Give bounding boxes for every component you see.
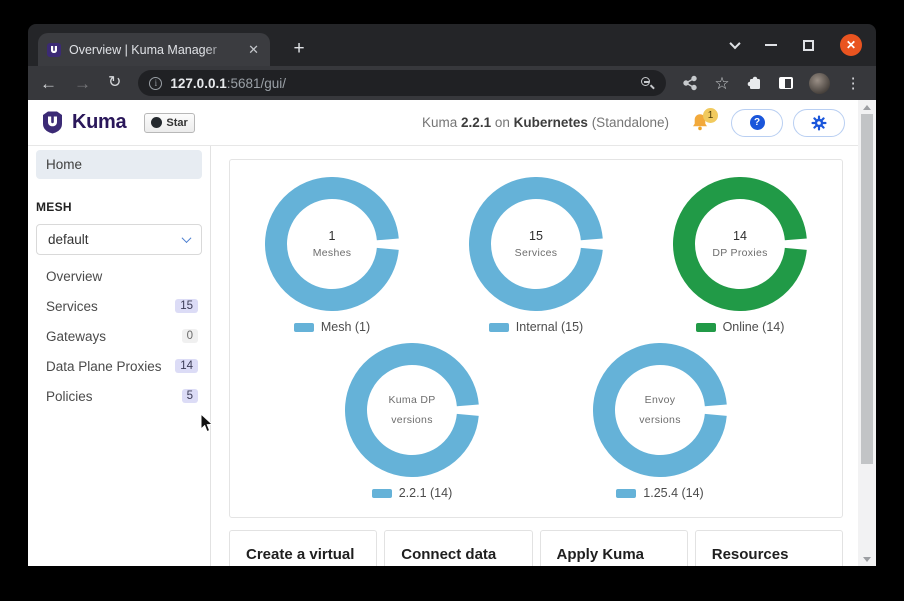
tab-search-chevron-icon[interactable] bbox=[729, 38, 740, 49]
mouse-cursor bbox=[199, 413, 215, 435]
services-donut-chart: 15 Services Internal (15) bbox=[441, 177, 631, 334]
window-controls: ✕ bbox=[731, 24, 862, 66]
cta-connect-data[interactable]: Connect data bbox=[384, 530, 532, 566]
browser-window: Overview | Kuma Manager ✕ + ✕ ← → ↻ i 12… bbox=[28, 24, 876, 566]
cta-card-row: Create a virtual Connect data Apply Kuma… bbox=[229, 530, 843, 566]
scroll-down-arrow[interactable] bbox=[858, 552, 876, 566]
meshes-donut-chart: 1 Meshes Mesh (1) bbox=[237, 177, 427, 334]
sidebar: Home MESH default Overview Services bbox=[28, 146, 211, 566]
question-icon: ? bbox=[750, 115, 765, 130]
address-bar[interactable]: i 127.0.0.1:5681/gui/ bbox=[138, 70, 666, 96]
services-count-badge: 15 bbox=[175, 299, 198, 313]
kuma-gui: Kuma Star Kuma 2.2.1 on Kubernetes (Stan… bbox=[28, 100, 876, 566]
version-info: Kuma 2.2.1 on Kubernetes (Standalone) bbox=[422, 115, 669, 130]
settings-button[interactable] bbox=[793, 109, 845, 137]
policies-count-badge: 5 bbox=[182, 389, 198, 403]
gear-icon bbox=[811, 115, 827, 131]
notification-badge: 1 bbox=[703, 108, 718, 123]
mesh-section-label: MESH bbox=[36, 200, 202, 214]
github-star-button[interactable]: Star bbox=[144, 113, 194, 133]
reload-button[interactable]: ↻ bbox=[108, 75, 121, 91]
new-tab-button[interactable]: + bbox=[286, 36, 312, 62]
legend-internal: Internal (15) bbox=[489, 320, 583, 334]
tab-strip: Overview | Kuma Manager ✕ + ✕ bbox=[28, 24, 876, 66]
sidebar-item-gateways[interactable]: Gateways 0 bbox=[28, 321, 210, 351]
mesh-selected-value: default bbox=[48, 232, 89, 247]
share-icon[interactable] bbox=[682, 75, 698, 91]
kuma-dp-versions-donut-chart: Kuma DP versions 2.2.1 (14) bbox=[317, 343, 507, 500]
cta-resources[interactable]: Resources bbox=[695, 530, 843, 566]
github-icon bbox=[151, 117, 162, 128]
bookmark-star-icon[interactable]: ☆ bbox=[714, 75, 729, 92]
scroll-up-arrow[interactable] bbox=[858, 100, 876, 114]
help-button[interactable]: ? bbox=[731, 109, 783, 137]
dp-proxies-donut-chart: 14 DP Proxies Online (14) bbox=[645, 177, 835, 334]
extensions-puzzle-icon[interactable] bbox=[746, 75, 763, 92]
zoom-out-icon[interactable] bbox=[640, 76, 655, 91]
forward-button[interactable]: → bbox=[74, 75, 91, 92]
toolbar-actions: ☆ ⋮ bbox=[682, 73, 860, 94]
profile-avatar[interactable] bbox=[809, 73, 830, 94]
scrollbar-track[interactable] bbox=[858, 114, 876, 552]
screenshot: Overview | Kuma Manager ✕ + ✕ ← → ↻ i 12… bbox=[0, 0, 904, 601]
minimize-button[interactable] bbox=[765, 44, 777, 46]
browser-menu-icon[interactable]: ⋮ bbox=[846, 76, 861, 91]
envoy-versions-donut-chart: Envoy versions 1.25.4 (14) bbox=[565, 343, 755, 500]
legend-mesh: Mesh (1) bbox=[294, 320, 370, 334]
sidebar-item-overview[interactable]: Overview bbox=[28, 261, 210, 291]
main-content: 1 Meshes Mesh (1) bbox=[211, 146, 858, 566]
notifications-button[interactable]: 1 bbox=[691, 112, 711, 134]
tab-title: Overview | Kuma Manager bbox=[69, 43, 238, 57]
tab-close-icon[interactable]: ✕ bbox=[245, 41, 262, 58]
scrollbar-thumb[interactable] bbox=[861, 114, 873, 464]
mesh-selector[interactable]: default bbox=[36, 224, 202, 255]
url-text[interactable]: 127.0.0.1:5681/gui/ bbox=[170, 76, 632, 91]
side-panel-icon[interactable] bbox=[779, 77, 793, 89]
maximize-button[interactable] bbox=[803, 40, 814, 51]
overview-charts-panel: 1 Meshes Mesh (1) bbox=[229, 159, 843, 518]
cta-apply-kuma[interactable]: Apply Kuma bbox=[540, 530, 688, 566]
legend-online: Online (14) bbox=[696, 320, 785, 334]
back-button[interactable]: ← bbox=[40, 75, 57, 92]
browser-tab[interactable]: Overview | Kuma Manager ✕ bbox=[38, 33, 270, 66]
site-info-icon[interactable]: i bbox=[149, 77, 162, 90]
cta-create-mesh[interactable]: Create a virtual bbox=[229, 530, 377, 566]
legend-envoy-version: 1.25.4 (14) bbox=[616, 486, 703, 500]
app-header: Kuma Star Kuma 2.2.1 on Kubernetes (Stan… bbox=[28, 100, 858, 146]
browser-toolbar: ← → ↻ i 127.0.0.1:5681/gui/ ☆ bbox=[28, 66, 876, 100]
close-window-button[interactable]: ✕ bbox=[840, 34, 862, 56]
kuma-favicon bbox=[46, 42, 62, 58]
sidebar-item-data-plane-proxies[interactable]: Data Plane Proxies 14 bbox=[28, 351, 210, 381]
proxies-count-badge: 14 bbox=[175, 359, 198, 373]
kuma-logo[interactable]: Kuma bbox=[40, 111, 126, 134]
chevron-down-icon bbox=[182, 233, 192, 243]
kuma-logo-icon bbox=[40, 111, 65, 134]
gateways-count-badge: 0 bbox=[182, 329, 198, 343]
page-scrollbar[interactable] bbox=[858, 100, 876, 566]
legend-kuma-dp-version: 2.2.1 (14) bbox=[372, 486, 453, 500]
sidebar-item-services[interactable]: Services 15 bbox=[28, 291, 210, 321]
brand-name: Kuma bbox=[72, 111, 126, 134]
sidebar-item-policies[interactable]: Policies 5 bbox=[28, 381, 210, 411]
sidebar-item-home[interactable]: Home bbox=[36, 150, 202, 179]
